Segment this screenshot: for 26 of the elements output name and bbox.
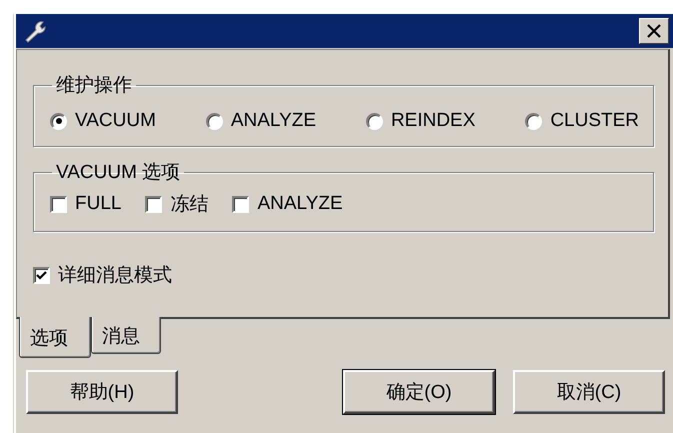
radio-label: REINDEX (390, 110, 476, 132)
checkbox[interactable] (33, 266, 50, 284)
radio-label: CLUSTER (550, 110, 639, 132)
radio-button[interactable] (50, 112, 67, 130)
radio-label: VACUUM (75, 110, 156, 132)
checkbox[interactable] (50, 196, 67, 212)
tab[interactable]: 选项 (19, 317, 91, 358)
tab[interactable]: 消息 (91, 317, 161, 354)
group-title: VACUUM 选项 (55, 161, 182, 185)
checkbox-label: 详细消息模式 (58, 264, 172, 288)
radio-button[interactable] (366, 112, 383, 130)
check-mark-icon (36, 270, 47, 280)
dialog-button[interactable]: 确定(O) (343, 370, 495, 414)
checkbox-label: 冻结 (170, 193, 208, 217)
checkbox-label: FULL (75, 193, 122, 215)
dialog-button[interactable]: 帮助(H) (26, 370, 178, 414)
close-button[interactable] (639, 18, 669, 44)
checkbox[interactable] (145, 196, 162, 212)
radio-button[interactable] (525, 112, 542, 130)
radio-button[interactable] (206, 112, 223, 130)
dialog-button[interactable]: 取消(C) (513, 370, 665, 414)
group-title: 维护操作 (55, 74, 133, 98)
checkbox-label: ANALYZE (257, 193, 343, 215)
close-icon (646, 24, 662, 38)
radio-label: ANALYZE (230, 110, 316, 132)
checkbox[interactable] (232, 196, 250, 212)
